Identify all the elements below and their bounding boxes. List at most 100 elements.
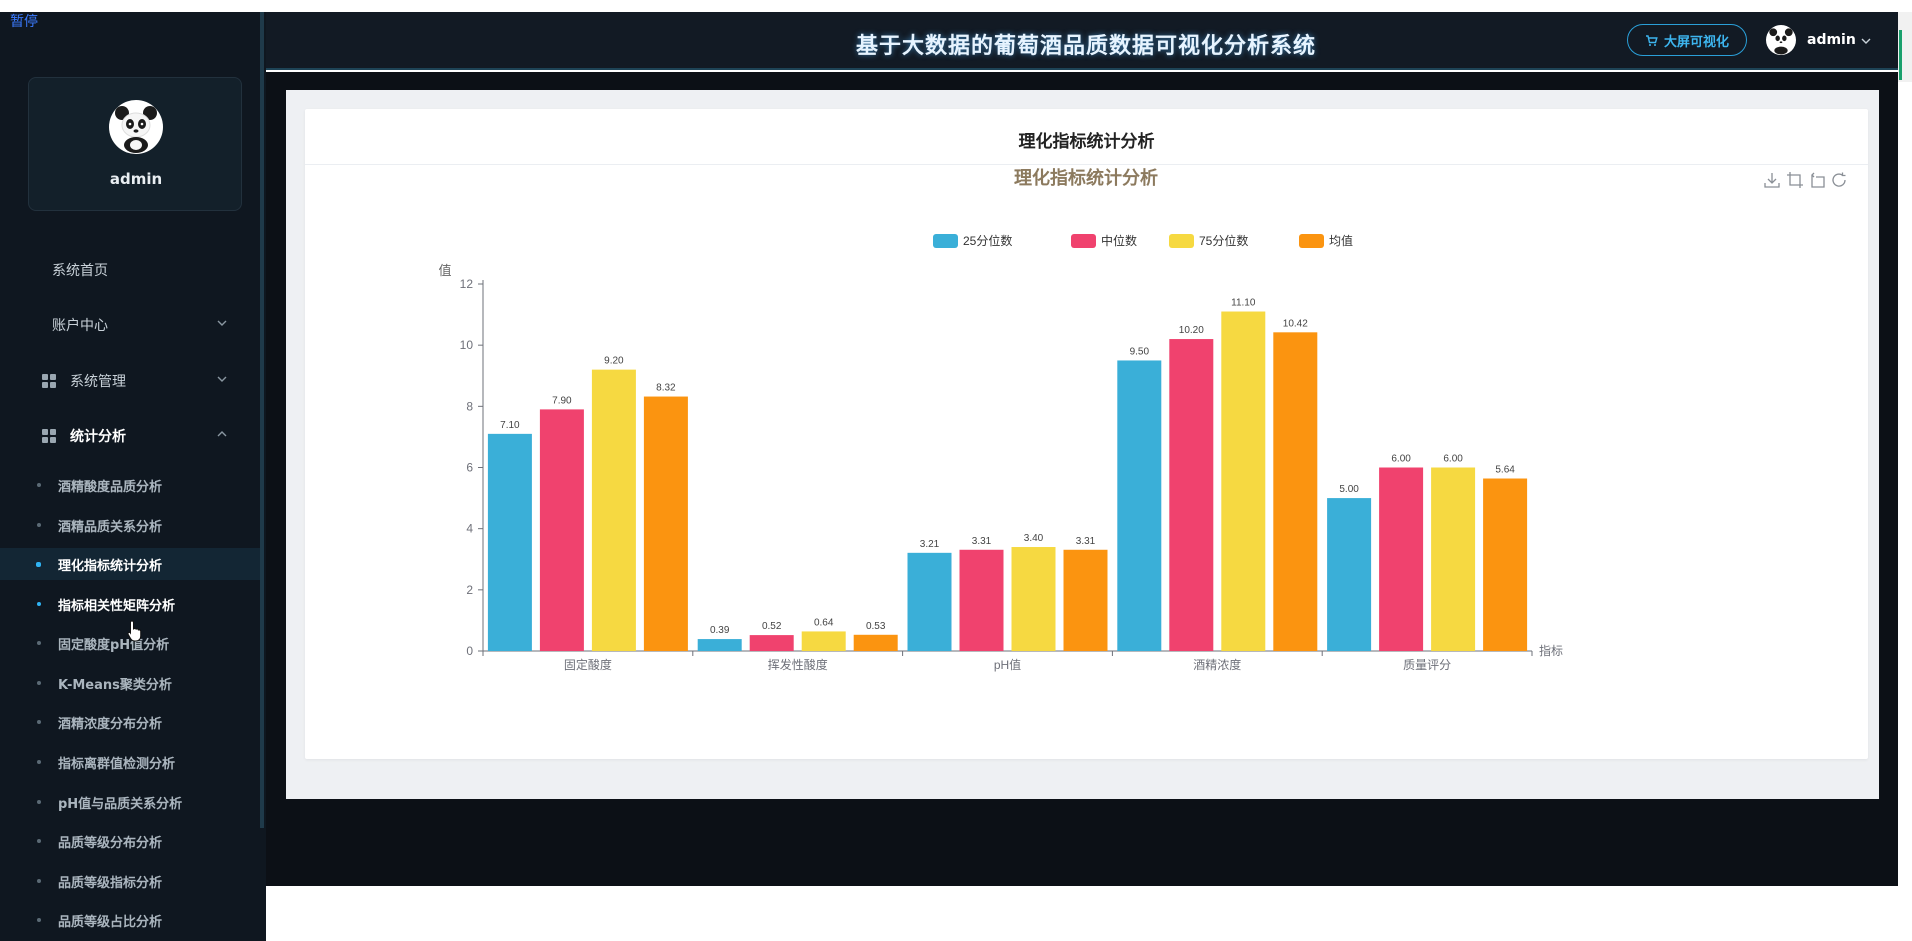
submenu-label: 理化指标统计分析 <box>58 558 163 574</box>
bar-data-label: 9.50 <box>1130 346 1150 357</box>
bullet-icon <box>37 918 41 922</box>
submenu-label: 指标相关性矩阵分析 <box>58 598 176 614</box>
bar-data-label: 0.53 <box>866 621 886 632</box>
bar <box>1273 332 1318 651</box>
chart-title: 理化指标统计分析 <box>1014 167 1158 188</box>
bar <box>539 409 584 651</box>
submenu-item[interactable]: 酒精品质关系分析 <box>0 509 260 541</box>
menu-item-home[interactable]: 系统首页 <box>0 250 260 290</box>
bar-data-label: 6.00 <box>1443 454 1463 465</box>
submenu-label: 指标离群值检测分析 <box>58 756 176 772</box>
chevron-down-icon <box>217 376 227 382</box>
x-tick-label: pH值 <box>994 657 1021 672</box>
bar <box>1221 311 1266 651</box>
submenu-item-active[interactable]: 理化指标统计分析 <box>0 548 260 580</box>
pause-label[interactable]: 暂停 <box>10 11 38 31</box>
chevron-down-icon <box>217 320 227 326</box>
bar-data-label: 11.10 <box>1231 298 1256 309</box>
submenu-item[interactable]: 酒精浓度分布分析 <box>0 706 260 738</box>
bigscreen-label: 大屏可视化 <box>1663 34 1729 50</box>
submenu-item[interactable]: 品质等级占比分析 <box>0 904 260 936</box>
bar <box>1117 360 1162 651</box>
bar <box>959 549 1004 651</box>
y-tick-label: 12 <box>460 277 474 291</box>
submenu-item[interactable]: K-Means聚类分析 <box>0 667 260 699</box>
bigscreen-button[interactable]: 大屏可视化 <box>1627 24 1747 56</box>
bar <box>1011 547 1056 651</box>
bar-data-label: 0.52 <box>762 621 782 632</box>
bar-data-label: 0.64 <box>814 617 834 628</box>
bar-data-label: 7.90 <box>552 395 572 406</box>
bullet-icon <box>37 720 41 724</box>
submenu-item[interactable]: 酒精酸度品质分析 <box>0 469 260 501</box>
legend-label: 中位数 <box>1101 233 1137 248</box>
bar <box>907 552 952 651</box>
bullet-icon <box>37 800 41 804</box>
top-strip <box>0 0 1912 12</box>
x-tick-label: 酒精浓度 <box>1193 657 1241 672</box>
bar <box>1379 467 1424 651</box>
submenu-item[interactable]: 品质等级分布分析 <box>0 825 260 857</box>
bar <box>853 634 898 651</box>
bar-data-label: 10.20 <box>1179 325 1204 336</box>
bar <box>749 635 794 651</box>
submenu-label: 品质等级指标分析 <box>58 875 163 891</box>
submenu-item[interactable]: 指标离群值检测分析 <box>0 746 260 778</box>
bar-data-label: 8.32 <box>656 383 676 394</box>
panda-avatar-icon <box>109 100 163 154</box>
profile-name: admin <box>109 170 163 188</box>
window-scrollbar-thumb[interactable] <box>1899 30 1902 80</box>
bullet-icon <box>37 602 41 606</box>
y-tick-label: 4 <box>466 522 473 536</box>
submenu-item[interactable]: pH值与品质关系分析 <box>0 786 260 818</box>
chart-card: 理化指标统计分析 理化指标统计分析 25分位数 中位数 75分位数 均值值 0 2 4 6 8 10… <box>305 109 1868 759</box>
bar <box>591 369 636 651</box>
legend-label: 均值 <box>1329 233 1353 248</box>
y-tick-label: 8 <box>466 399 473 413</box>
bar-data-label: 5.64 <box>1495 465 1515 476</box>
y-tick-label: 2 <box>466 583 473 597</box>
x-axis-label: 指标 <box>1539 643 1563 658</box>
bar-data-label: 3.21 <box>920 539 940 550</box>
x-tick-label: 固定酸度 <box>564 657 612 672</box>
bar-data-label: 9.20 <box>604 356 624 367</box>
bar-data-label: 3.40 <box>1024 533 1044 544</box>
submenu-label: pH值与品质关系分析 <box>58 796 183 812</box>
bullet-icon <box>37 641 41 645</box>
bullet-icon <box>36 562 41 567</box>
legend-label: 75分位数 <box>1199 233 1248 248</box>
bar <box>1063 549 1108 651</box>
submenu-label: 酒精浓度分布分析 <box>58 716 163 732</box>
submenu-label: 酒精品质关系分析 <box>58 519 163 535</box>
menu-item-account[interactable]: 账户中心 <box>0 305 260 345</box>
bar <box>697 639 742 651</box>
panda-avatar-icon[interactable] <box>1766 25 1796 55</box>
submenu-label: 固定酸度pH值分析 <box>58 637 170 653</box>
bar <box>1483 478 1528 651</box>
bar <box>801 631 846 651</box>
submenu-item[interactable]: 指标相关性矩阵分析 <box>0 588 260 620</box>
menu-item-label: 统计分析 <box>70 429 126 445</box>
bar <box>487 433 532 651</box>
menu-item-label: 系统首页 <box>52 263 108 279</box>
bullet-icon <box>37 483 41 487</box>
legend-swatch <box>1071 234 1096 248</box>
submenu-item[interactable]: 品质等级指标分析 <box>0 865 260 897</box>
bullet-icon <box>37 839 41 843</box>
chevron-down-icon[interactable] <box>1860 35 1872 47</box>
bullet-icon <box>37 760 41 764</box>
y-tick-label: 6 <box>466 461 473 475</box>
cart-icon <box>1645 34 1658 46</box>
y-tick-label: 0 <box>466 644 473 658</box>
x-tick-label: 质量评分 <box>1403 658 1451 672</box>
bar-data-label: 3.31 <box>1076 536 1096 547</box>
sidebar-scrollbar[interactable] <box>260 12 264 828</box>
hand-cursor-icon <box>127 620 142 642</box>
bullet-icon <box>37 879 41 883</box>
bar-data-label: 10.42 <box>1283 318 1308 329</box>
legend-swatch <box>933 234 958 248</box>
menu-item-statistics[interactable]: 统计分析 <box>0 416 260 456</box>
menu-item-system[interactable]: 系统管理 <box>0 361 260 401</box>
legend-swatch <box>1299 234 1324 248</box>
header-username[interactable]: admin <box>1807 32 1856 48</box>
